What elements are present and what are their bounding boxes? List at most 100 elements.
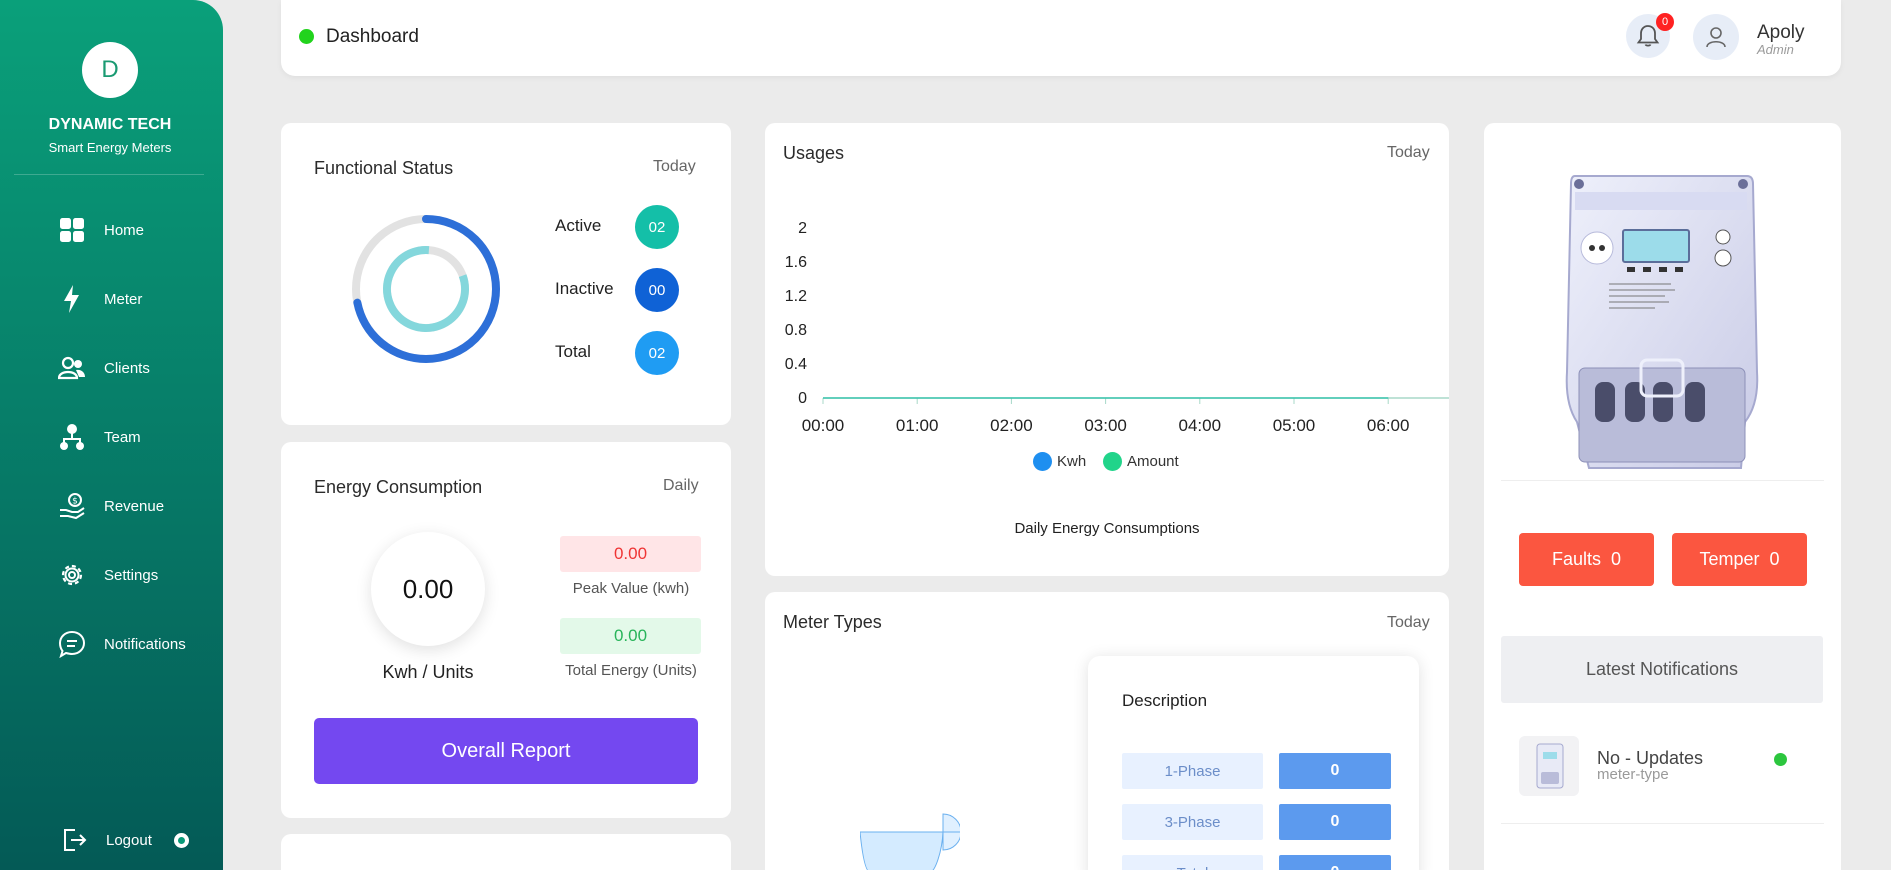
sidebar-item-team[interactable]: Team: [56, 419, 141, 455]
x-tick-label: 00:00: [802, 416, 845, 435]
meter-types-description: Description 1-Phase 0 3-Phase 0 Total 0: [1088, 656, 1419, 870]
lightning-icon: [56, 283, 88, 315]
brand-name: DYNAMIC TECH: [48, 116, 172, 133]
overall-report-button[interactable]: Overall Report: [314, 718, 698, 784]
brand-logo: D: [82, 42, 138, 98]
sidebar-item-settings[interactable]: Settings: [56, 557, 158, 593]
sidebar-divider: [14, 174, 204, 175]
card-period: Today: [1387, 614, 1430, 631]
sidebar: D DYNAMIC TECH Smart Energy Meters Home …: [0, 0, 223, 870]
smart-meter-image: [1565, 175, 1759, 469]
legend-kwh: Kwh: [1033, 452, 1086, 471]
faults-count: 0: [1611, 549, 1622, 569]
inactive-label: Inactive: [555, 279, 614, 298]
card-title: Meter Types: [783, 612, 882, 632]
notification-thumbnail: [1519, 736, 1579, 796]
brand-subtitle: Smart Energy Meters: [48, 140, 172, 155]
active-label: Active: [555, 216, 602, 235]
status-donut-chart: [352, 215, 500, 363]
sidebar-item-clients[interactable]: Clients: [56, 350, 150, 386]
meter-pie-chart: [860, 813, 960, 870]
notification-status-dot: [1774, 753, 1787, 766]
meter-type-1-phase-count: 0: [1279, 753, 1391, 789]
logout-icon: [60, 826, 88, 854]
gauge-caption: Kwh / Units: [382, 662, 474, 682]
sidebar-item-meter[interactable]: Meter: [56, 281, 142, 317]
faults-label: Faults: [1551, 549, 1601, 569]
gear-icon: [56, 559, 88, 591]
divider: [1501, 480, 1824, 481]
sidebar-item-label: Clients: [104, 359, 150, 377]
card-title: Energy Consumption: [314, 477, 483, 497]
meter-type-3-phase: 3-Phase: [1122, 804, 1263, 840]
meter-type-total: Total: [1122, 855, 1263, 870]
y-tick-label: 0.8: [785, 322, 807, 339]
x-tick-label: 02:00: [990, 416, 1033, 435]
page-title: Dashboard: [326, 26, 419, 47]
status-dot: [299, 29, 314, 44]
notification-subtitle: meter-type: [1597, 766, 1669, 783]
avatar[interactable]: [1693, 14, 1739, 60]
card-period: Today: [653, 158, 696, 175]
sidebar-item-notifications[interactable]: Notifications: [56, 626, 186, 662]
revenue-icon: $: [56, 490, 88, 522]
energy-consumption-card: Energy Consumption Daily 0.00 Kwh / Unit…: [281, 442, 731, 818]
user-role: Admin: [1757, 42, 1794, 57]
description-title: Description: [1122, 691, 1208, 710]
inactive-count: 00: [635, 268, 679, 312]
x-tick-label: 06:00: [1367, 416, 1410, 435]
logout-button[interactable]: Logout: [60, 826, 189, 854]
latest-notifications-header: Latest Notifications: [1501, 636, 1823, 703]
y-tick-label: 1.2: [785, 288, 807, 305]
x-tick-label: 04:00: [1179, 416, 1222, 435]
user-name: Apoly: [1757, 22, 1805, 43]
temper-label: Temper: [1699, 549, 1760, 569]
legend-swatch: [1103, 452, 1122, 471]
legend-label: Amount: [1127, 453, 1179, 470]
y-tick-label: 2: [798, 220, 807, 237]
temper-count: 0: [1769, 549, 1780, 569]
legend-swatch: [1033, 452, 1052, 471]
x-tick-label: 01:00: [896, 416, 939, 435]
sidebar-item-label: Settings: [104, 566, 159, 584]
card-period: Daily: [663, 477, 699, 494]
meter-thumbnail-icon: [1536, 743, 1564, 789]
chart-caption: Daily Energy Consumptions: [1014, 520, 1200, 537]
grid-icon: [56, 214, 88, 246]
temper-button[interactable]: Temper 0: [1672, 533, 1807, 586]
legend-amount: Amount: [1103, 452, 1179, 471]
meter-type-1-phase: 1-Phase: [1122, 753, 1263, 789]
consumption-gauge: 0.00: [371, 532, 485, 646]
org-chart-icon: [56, 421, 88, 453]
sidebar-item-label: Home: [104, 221, 145, 239]
total-label: Total: [555, 342, 591, 361]
notification-count-badge: 0: [1656, 13, 1674, 31]
usage-line-chart: 0 0.4 0.8 1.2 1.6 2 00:00 01:00 02:00 03:00 04:00 0…: [785, 220, 1449, 435]
logout-label: Logout: [106, 831, 152, 849]
peak-value: 0.00: [560, 536, 701, 572]
y-tick-label: 1.6: [785, 254, 807, 271]
y-tick-label: 0: [798, 390, 807, 407]
total-energy-value: 0.00: [560, 618, 701, 654]
online-indicator: [173, 832, 189, 848]
x-tick-label: 03:00: [1084, 416, 1127, 435]
sidebar-item-revenue[interactable]: $ Revenue: [56, 488, 164, 524]
peak-caption: Peak Value (kwh): [572, 580, 690, 597]
total-count: 02: [635, 331, 679, 375]
functional-status-card: Functional Status Today Active 02 Inacti…: [281, 123, 731, 425]
users-icon: [56, 352, 88, 384]
y-tick-label: 0.4: [785, 356, 807, 373]
user-icon: [1706, 27, 1726, 48]
x-tick-label: 05:00: [1273, 416, 1316, 435]
chat-icon: [56, 628, 88, 660]
partial-card: [281, 834, 731, 870]
sidebar-item-home[interactable]: Home: [56, 212, 144, 248]
top-header: Dashboard 0 Apoly Admin: [281, 0, 1841, 76]
divider: [1501, 823, 1824, 824]
sidebar-item-label: Team: [104, 428, 141, 446]
active-count: 02: [635, 205, 679, 249]
card-title: Functional Status: [314, 158, 454, 178]
faults-button[interactable]: Faults 0: [1519, 533, 1654, 586]
sidebar-item-label: Revenue: [104, 497, 165, 515]
sidebar-item-label: Meter: [104, 290, 143, 308]
